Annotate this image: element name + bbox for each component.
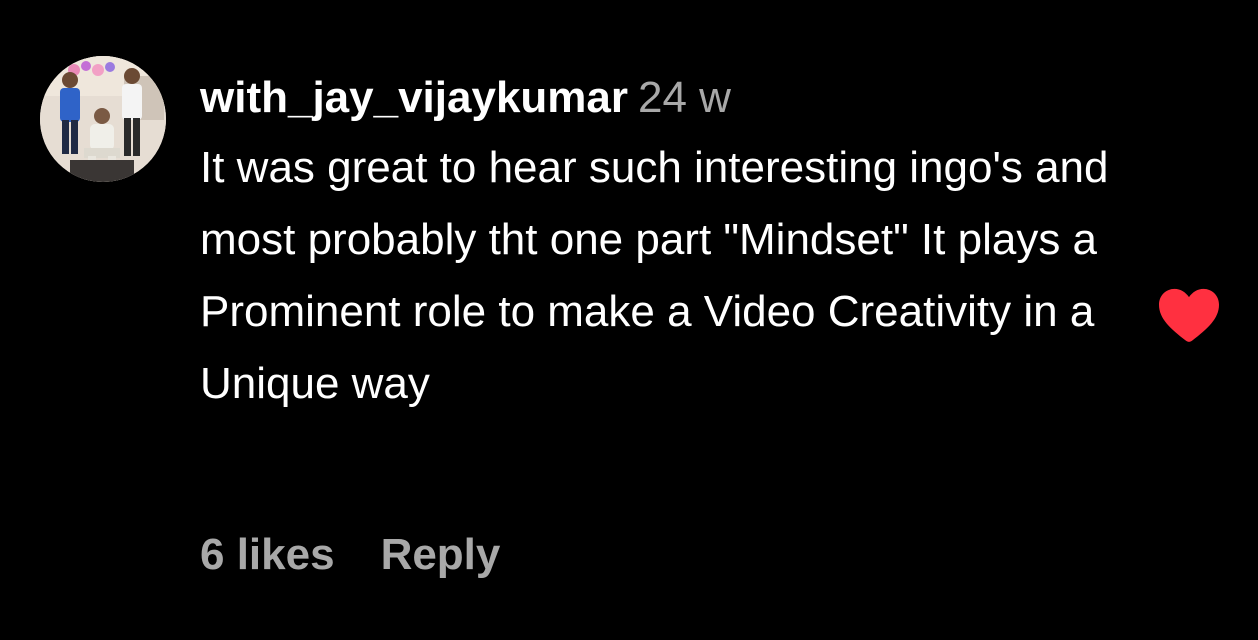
heart-icon[interactable] bbox=[1156, 284, 1222, 344]
comment-header: with_jay_vijaykumar 24 w bbox=[200, 68, 1140, 128]
reply-button[interactable]: Reply bbox=[381, 530, 501, 579]
comment: with_jay_vijaykumar 24 w It was great to … bbox=[200, 68, 1140, 420]
comment-timestamp: 24 w bbox=[638, 73, 731, 122]
avatar[interactable] bbox=[40, 56, 166, 182]
comment-actions: 6 likes Reply bbox=[200, 530, 500, 580]
likes-count-button[interactable]: 6 likes bbox=[200, 530, 335, 579]
comment-text: It was great to hear such interesting in… bbox=[200, 143, 1109, 408]
username-link[interactable]: with_jay_vijaykumar bbox=[200, 73, 628, 122]
